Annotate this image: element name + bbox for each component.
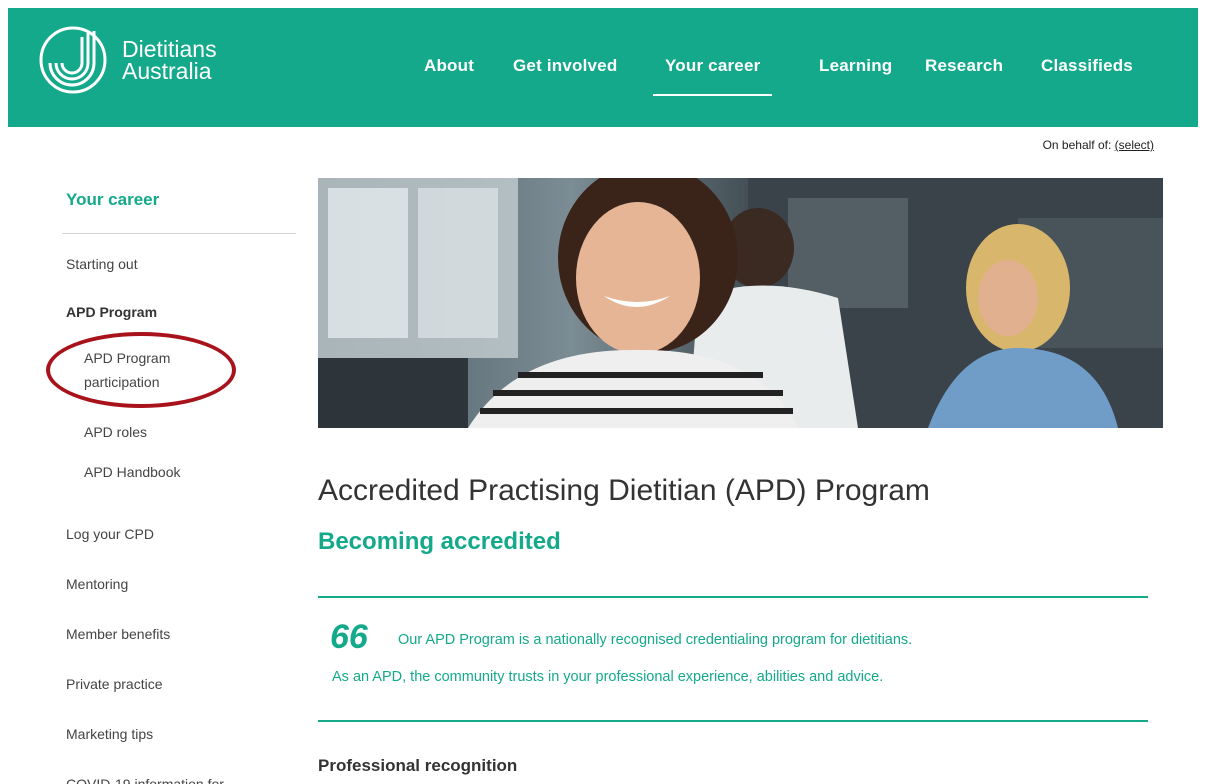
quote-line-2: As an APD, the community trusts in your … xyxy=(332,669,884,685)
sidebar-item-apd-program-participation[interactable]: APD Program participation xyxy=(84,346,214,394)
sidebar-item-apd-roles[interactable]: APD roles xyxy=(84,420,147,444)
site-header: Dietitians Australia About Get involved … xyxy=(8,8,1198,127)
page-subtitle: Becoming accredited xyxy=(318,528,561,555)
sidebar-title[interactable]: Your career xyxy=(66,190,298,230)
sidebar-item-apd-program[interactable]: APD Program xyxy=(66,304,157,320)
sidebar-item-apd-handbook[interactable]: APD Handbook xyxy=(84,460,181,484)
sidebar-item-starting-out[interactable]: Starting out xyxy=(66,256,138,272)
nav-your-career[interactable]: Your career xyxy=(652,56,773,96)
on-behalf-of: On behalf of: (select) xyxy=(1043,138,1154,152)
sidebar-item-marketing-tips[interactable]: Marketing tips xyxy=(66,726,153,742)
nav-classifieds[interactable]: Classifieds xyxy=(1041,56,1133,76)
nav-research[interactable]: Research xyxy=(925,56,1003,76)
sidebar-divider xyxy=(62,233,296,234)
sidebar-nav: Your career Starting out APD Program APD… xyxy=(62,190,298,784)
nav-learning[interactable]: Learning xyxy=(819,56,892,76)
hero-image xyxy=(318,178,1163,428)
sidebar-item-mentoring[interactable]: Mentoring xyxy=(66,576,128,592)
nav-about[interactable]: About xyxy=(424,56,474,76)
main-nav: About Get involved Your career Learning … xyxy=(8,56,1198,96)
section-heading-professional-recognition: Professional recognition xyxy=(318,756,518,775)
select-behalf-link[interactable]: (select) xyxy=(1115,138,1154,152)
quote-mark-icon: 66 xyxy=(330,618,368,656)
sidebar-item-log-your-cpd[interactable]: Log your CPD xyxy=(66,526,154,542)
page-title: Accredited Practising Dietitian (APD) Pr… xyxy=(318,474,930,507)
on-behalf-of-label: On behalf of: xyxy=(1042,138,1112,152)
sidebar-item-private-practice[interactable]: Private practice xyxy=(66,676,162,692)
quote-bottom-divider xyxy=(318,720,1148,722)
quote-top-divider xyxy=(318,596,1148,598)
sidebar-item-covid-19-information[interactable]: COVID-19 information for xyxy=(66,776,224,784)
quote-line-1: Our APD Program is a nationally recognis… xyxy=(398,632,913,648)
nav-get-involved[interactable]: Get involved xyxy=(513,56,617,76)
hero-photo-illustration xyxy=(318,178,1163,428)
sidebar-item-member-benefits[interactable]: Member benefits xyxy=(66,626,170,642)
